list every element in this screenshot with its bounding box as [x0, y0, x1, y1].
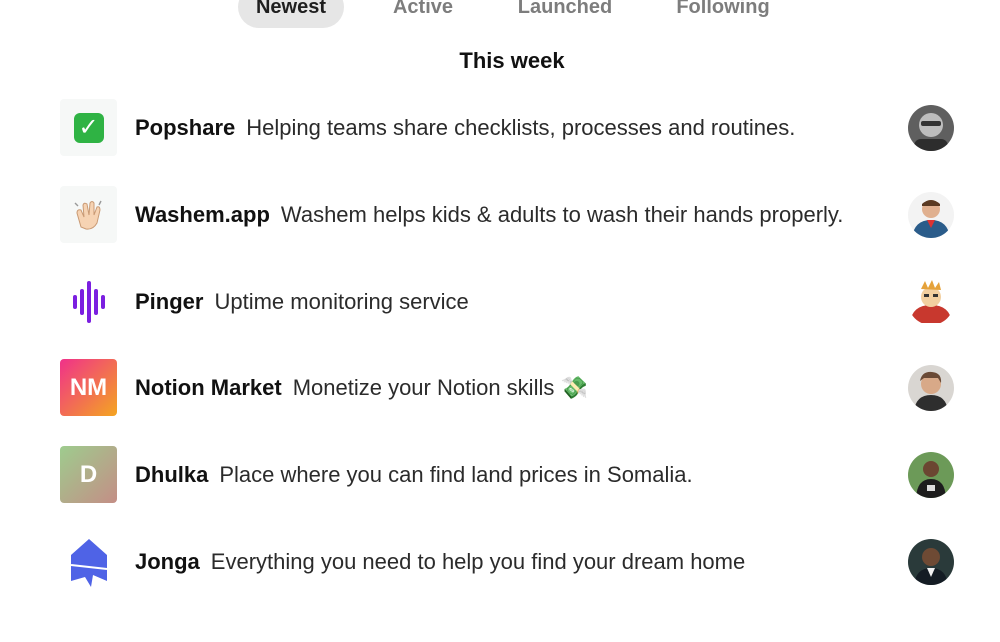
product-tagline: Helping teams share checklists, processe… [246, 115, 796, 140]
product-row-jonga[interactable]: Jonga Everything you need to help you fin… [60, 533, 960, 591]
product-tagline: Uptime monitoring service [214, 289, 469, 314]
product-name: Popshare [135, 115, 236, 140]
product-row-popshare[interactable]: ✓ Popshare Helping teams share checklists… [60, 99, 960, 157]
product-tagline: Everything you need to help you find you… [210, 549, 746, 574]
product-row-dhulka[interactable]: D Dhulka Place where you can find land pr… [60, 446, 960, 504]
house-icon [60, 533, 117, 590]
product-name: Dhulka [135, 462, 209, 487]
maker-avatar[interactable] [908, 105, 954, 151]
product-name: Washem.app [135, 202, 270, 227]
product-tagline: Monetize your Notion skills 💸 [292, 375, 588, 400]
clapping-hands-icon [60, 186, 117, 243]
maker-avatar[interactable] [908, 452, 954, 498]
tab-newest[interactable]: Newest [238, 0, 344, 28]
product-tagline: Place where you can find land prices in … [219, 462, 693, 487]
product-tagline: Washem helps kids & adults to wash their… [280, 202, 844, 227]
section-title: This week [459, 48, 565, 73]
product-name: Pinger [135, 289, 204, 314]
soundwave-icon [60, 273, 117, 330]
checkmark-icon: ✓ [60, 99, 117, 156]
tab-active[interactable]: Active [376, 0, 470, 28]
product-row-pinger[interactable]: Pinger Uptime monitoring service [60, 273, 960, 331]
nm-initials-icon: NM [60, 359, 117, 416]
product-name: Notion Market [135, 375, 282, 400]
product-row-washem[interactable]: Washem.app Washem helps kids & adults to … [60, 186, 960, 244]
maker-avatar[interactable] [908, 279, 954, 325]
maker-avatar[interactable] [908, 192, 954, 238]
product-name: Jonga [135, 549, 200, 574]
tab-launched[interactable]: Launched [500, 0, 630, 28]
maker-avatar[interactable] [908, 365, 954, 411]
d-initial-icon: D [60, 446, 117, 503]
maker-avatar[interactable] [908, 539, 954, 585]
product-row-notion-market[interactable]: NM Notion Market Monetize your Notion ski… [60, 359, 960, 417]
tab-following[interactable]: Following [660, 0, 786, 28]
filter-tabs: Newest Active Launched Following [0, 0, 1000, 28]
